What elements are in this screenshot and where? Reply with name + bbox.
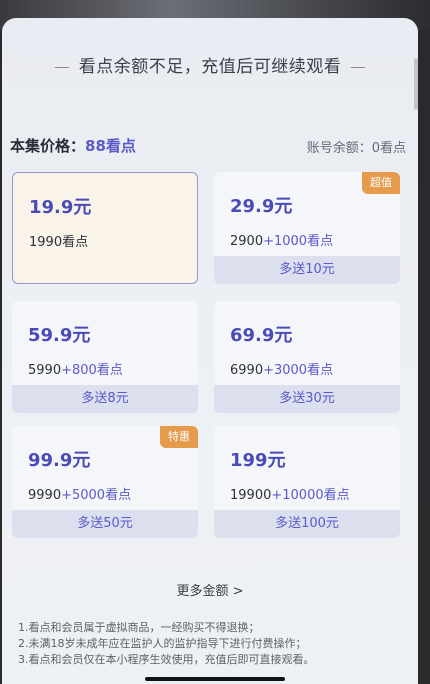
package-card-3[interactable]: 59.9元 5990+800看点 多送8元: [12, 301, 198, 413]
package-amount: 199元: [230, 450, 286, 471]
package-amount: 29.9元: [230, 196, 293, 217]
package-bonus: 多送100元: [214, 510, 400, 538]
purchase-notes: 1.看点和会员属于虚拟商品，一经购买不得退换； 2.未满18岁未成年应在监护人的…: [18, 620, 408, 668]
header-dash-right: [351, 66, 366, 68]
package-points: 19900+10000看点: [230, 488, 350, 503]
header-dash-left: [54, 66, 69, 68]
header-title: 看点余额不足，充值后可继续观看: [78, 57, 342, 77]
package-points: 1990看点: [29, 235, 89, 250]
package-card-4[interactable]: 69.9元 6990+3000看点 多送30元: [214, 301, 400, 413]
package-bonus: 多送30元: [214, 385, 400, 413]
price-row: 本集价格：88看点 账号余额：0看点: [10, 135, 406, 159]
note-line-3: 3.看点和会员仅在本小程序生效使用，充值后即可直接观看。: [18, 653, 315, 666]
package-bonus: 多送50元: [12, 510, 198, 538]
note-line-1: 1.看点和会员属于虚拟商品，一经购买不得退换；: [18, 621, 260, 634]
episode-price: 本集价格：88看点: [10, 135, 136, 156]
sheet-header: 看点余额不足，充值后可继续观看: [2, 52, 418, 77]
package-card-2[interactable]: 超值 29.9元 2900+1000看点 多送10元: [214, 172, 400, 284]
package-amount: 69.9元: [230, 325, 293, 346]
value-badge: 超值: [362, 172, 400, 194]
note-line-2: 2.未满18岁未成年应在监护人的监护指导下进行付费操作；: [18, 637, 307, 650]
home-indicator[interactable]: [145, 677, 285, 681]
package-bonus: 多送10元: [214, 256, 400, 284]
deal-badge: 特惠: [160, 426, 198, 448]
package-points: 5990+800看点: [28, 363, 123, 378]
more-amounts-label: 更多金额: [176, 584, 229, 599]
package-card-5[interactable]: 特惠 99.9元 9990+5000看点 多送50元: [12, 426, 198, 538]
more-amounts-link[interactable]: 更多金额 >: [2, 580, 418, 599]
package-card-6[interactable]: 199元 19900+10000看点 多送100元: [214, 426, 400, 538]
package-points: 6990+3000看点: [230, 363, 334, 378]
package-amount: 59.9元: [28, 325, 91, 346]
episode-price-label: 本集价格：: [10, 137, 86, 155]
recharge-sheet: 看点余额不足，充值后可继续观看 本集价格：88看点 账号余额：0看点 19.9元…: [2, 18, 418, 684]
package-points: 9990+5000看点: [28, 488, 132, 503]
chevron-right-icon: >: [232, 584, 244, 599]
account-balance: 账号余额：0看点: [306, 141, 406, 156]
package-amount: 19.9元: [29, 197, 92, 218]
package-points: 2900+1000看点: [230, 234, 334, 249]
package-card-1[interactable]: 19.9元 1990看点: [12, 172, 198, 284]
episode-price-value: 88看点: [85, 137, 136, 155]
package-amount: 99.9元: [28, 450, 91, 471]
package-bonus: 多送8元: [12, 385, 198, 413]
